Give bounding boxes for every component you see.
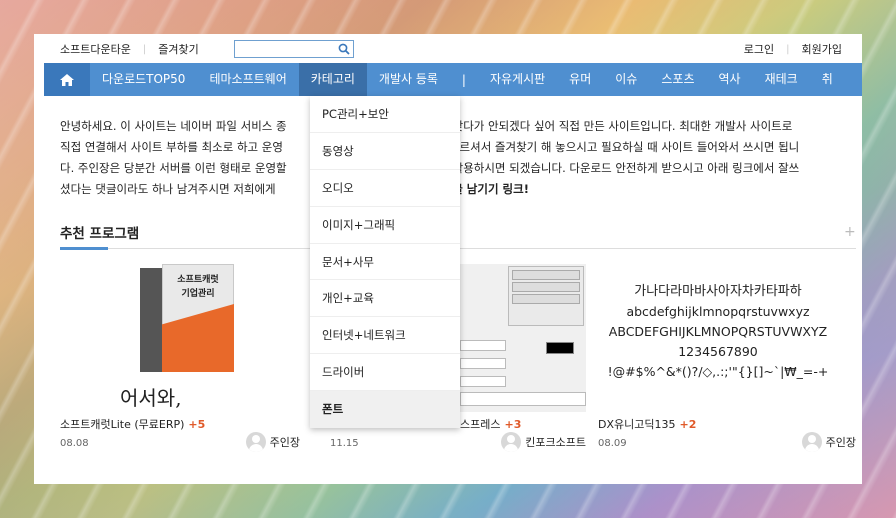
- program-title[interactable]: 스프레스 +3: [460, 416, 521, 432]
- welcome-text: 어서와,: [120, 386, 182, 410]
- nav-item-history[interactable]: 역사: [706, 63, 752, 96]
- nav-item-humor[interactable]: 유머: [557, 63, 603, 96]
- dropdown-item-font[interactable]: 폰트: [310, 391, 460, 429]
- dropdown-item-personal-education[interactable]: 개인+교육: [310, 280, 460, 318]
- nav-item-developer-register[interactable]: 개발사 등록: [367, 63, 450, 96]
- login-link[interactable]: 로그인: [744, 41, 774, 57]
- nav-item-issue[interactable]: 이슈: [603, 63, 649, 96]
- program-card[interactable]: 가나다라마바사아자차카타파하 abcdefghijklmnopqrstuvwxy…: [598, 262, 856, 472]
- program-thumbnail[interactable]: 가나다라마바사아자차카타파하 abcdefghijklmnopqrstuvwxy…: [598, 262, 856, 412]
- main-nav: 다운로드TOP50 테마소프트웨어 카테고리 개발사 등록 | 자유게시판 유머…: [44, 63, 862, 96]
- site-home-link[interactable]: 소프트다운타운: [60, 41, 131, 57]
- nav-item-top50[interactable]: 다운로드TOP50: [90, 63, 197, 96]
- signup-link[interactable]: 회원가입: [802, 41, 842, 57]
- post-date: 11.15: [330, 438, 359, 449]
- nav-divider: |: [461, 72, 466, 87]
- nav-item-category[interactable]: 카테고리: [298, 63, 367, 96]
- post-date: 08.08: [60, 438, 89, 449]
- nav-item-sports[interactable]: 스포츠: [649, 63, 706, 96]
- search-input[interactable]: [235, 41, 335, 57]
- nav-item-finance[interactable]: 재테크: [753, 63, 810, 96]
- program-title[interactable]: 소프트캐럿Lite (무료ERP) +5: [60, 416, 205, 432]
- dropdown-item-document-office[interactable]: 문서+사무: [310, 244, 460, 281]
- dropdown-item-video[interactable]: 동영상: [310, 133, 460, 170]
- intro-line: 셨다는 댓글이라도 하나 남겨주시면 저희에게: [60, 182, 276, 196]
- avatar: [245, 432, 266, 452]
- browser-page: 소프트다운타운 | 즐겨찾기 로그인 | 회원가입 다운로드TOP50 테마소프…: [34, 34, 862, 484]
- top-bar: 소프트다운타운 | 즐겨찾기 로그인 | 회원가입: [34, 34, 862, 63]
- search-icon[interactable]: [338, 43, 350, 55]
- intro-line: 안녕하세요. 이 사이트는 네이버 파일 서비스 종: [60, 119, 287, 133]
- intro-line: 활용하시면 되겠습니다. 다운로드 안전하게 받으시고 아래 링크에서 잘쓰: [452, 161, 800, 175]
- separator: |: [786, 43, 790, 55]
- comment-count: +5: [188, 418, 206, 431]
- author[interactable]: 주인장: [245, 432, 300, 452]
- intro-line: 직접 연결해서 사이트 부하를 최소로 하고 운영: [60, 140, 283, 154]
- category-dropdown: PC관리+보안 동영상 오디오 이미지+그래픽 문서+사무 개인+교육 인터넷+…: [310, 96, 460, 429]
- author[interactable]: 킨포크소프트: [501, 432, 586, 452]
- program-title[interactable]: DX유니고딕135 +2: [598, 416, 696, 432]
- divider-accent: [60, 247, 108, 250]
- avatar: [801, 432, 822, 452]
- dropdown-item-image-graphics[interactable]: 이미지+그래픽: [310, 207, 460, 244]
- favorites-link[interactable]: 즐겨찾기: [158, 41, 198, 57]
- comment-count: +2: [679, 418, 697, 431]
- home-button[interactable]: [44, 63, 90, 96]
- dropdown-item-internet-network[interactable]: 인터넷+네트워크: [310, 317, 460, 355]
- intro-line: 누르셔서 즐겨찾기 해 놓으시고 필요하실 때 사이트 들어와서 쓰시면 됩니: [448, 140, 800, 154]
- dropdown-item-driver[interactable]: 드라이버: [310, 354, 460, 392]
- intro-line: 다. 주인장은 당분간 서버를 이런 형태로 운영할: [60, 161, 287, 175]
- more-button[interactable]: +: [844, 224, 856, 240]
- author[interactable]: 주인장: [801, 432, 856, 452]
- section-title: 추천 프로그램: [60, 226, 140, 242]
- nav-item-free-board[interactable]: 자유게시판: [478, 63, 557, 96]
- nav-item-more[interactable]: 취: [810, 63, 845, 96]
- separator: |: [142, 43, 147, 55]
- search-box: [234, 40, 354, 58]
- product-box-image: 소프트캐럿 기업관리: [140, 264, 234, 372]
- font-sample-image: 가나다라마바사아자차카타파하 abcdefghijklmnopqrstuvwxy…: [607, 284, 829, 379]
- program-card[interactable]: 소프트캐럿 기업관리 어서와, 소프트캐럿Lite (무료ERP) +5 08.0…: [60, 262, 300, 472]
- avatar: [501, 432, 522, 452]
- nav-item-theme-software[interactable]: 테마소프트웨어: [197, 63, 298, 96]
- intro-line: 찾다가 안되겠다 싶어 직접 만든 사이트입니다. 최대한 개발사 사이트로: [452, 119, 793, 133]
- app-screenshot: [460, 264, 586, 412]
- dropdown-item-audio[interactable]: 오디오: [310, 170, 460, 207]
- comment-count: +3: [504, 418, 522, 431]
- home-icon: [60, 73, 74, 86]
- post-date: 08.09: [598, 438, 627, 449]
- dropdown-item-pc-security[interactable]: PC관리+보안: [310, 96, 460, 133]
- program-thumbnail[interactable]: 소프트캐럿 기업관리 어서와,: [60, 262, 300, 412]
